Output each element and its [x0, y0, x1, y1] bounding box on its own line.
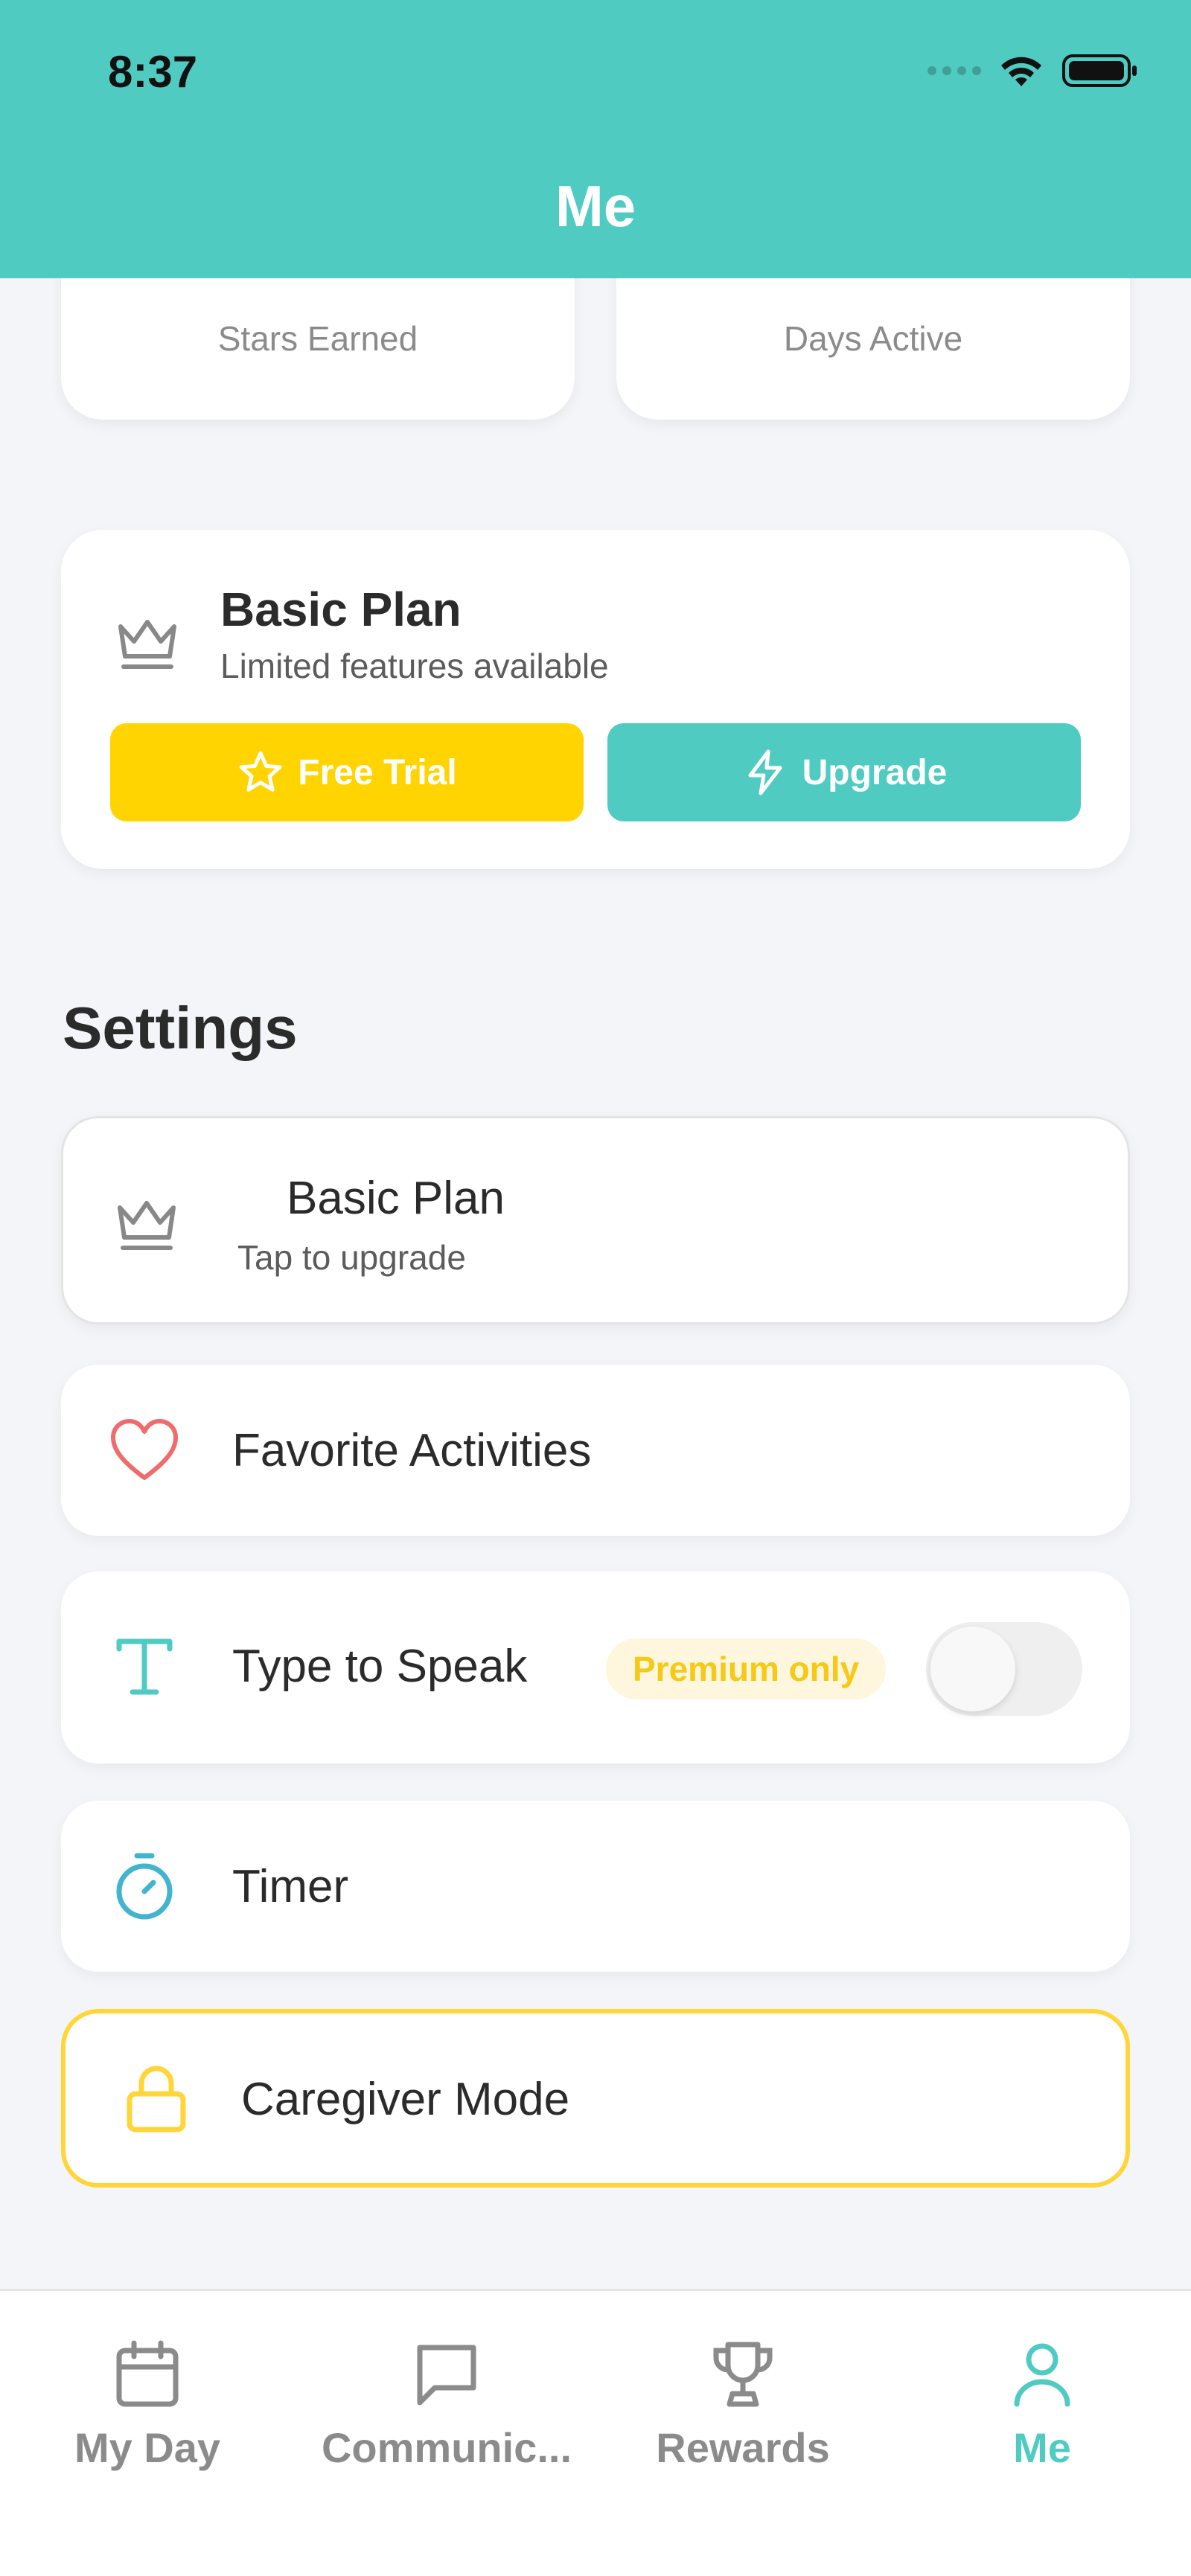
tab-me-label: Me — [1013, 2424, 1071, 2471]
upgrade-label: Upgrade — [802, 752, 948, 792]
type-to-speak-row: Type to Speak Premium only — [61, 1571, 1130, 1763]
trophy-icon — [713, 2342, 773, 2407]
wifi-icon — [1001, 57, 1041, 86]
favorite-activities-row[interactable]: Favorite Activities — [61, 1365, 1130, 1536]
timer-label: Timer — [232, 1861, 349, 1912]
favorite-activities-label: Favorite Activities — [232, 1425, 592, 1476]
tab-my-day-label: My Day — [74, 2424, 221, 2471]
status-time: 8:37 — [108, 47, 198, 97]
tab-my-day[interactable]: My Day — [13, 2339, 281, 2472]
star-icon — [239, 751, 282, 792]
upgrade-button[interactable]: Upgrade — [607, 723, 1081, 821]
timer-row[interactable]: Timer — [61, 1801, 1130, 1972]
nav-header: 8:37 Me — [0, 0, 1191, 278]
tab-rewards[interactable]: Rewards — [609, 2339, 877, 2472]
crown-icon — [118, 620, 176, 669]
battery-icon — [1062, 54, 1137, 87]
heart-icon — [111, 1419, 178, 1480]
settings-plan-row[interactable]: Basic Plan Tap to upgrade — [61, 1116, 1130, 1324]
tab-communication[interactable]: Communic... — [313, 2339, 581, 2472]
stars-earned-label: Stars Earned — [217, 319, 418, 358]
type-to-speak-label: Type to Speak — [232, 1641, 528, 1692]
chat-bubble-icon — [417, 2345, 476, 2406]
text-type-icon — [116, 1638, 173, 1695]
status-indicators — [927, 52, 1139, 89]
tab-bar: My Day Communic... Rewards Me — [0, 2289, 1191, 2576]
page-title: Me — [555, 173, 636, 239]
free-trial-label: Free Trial — [298, 752, 457, 792]
tab-communication-label: Communic... — [321, 2424, 572, 2471]
caregiver-mode-label: Caregiver Mode — [241, 2074, 570, 2125]
plan-card: Basic Plan Limited features available Fr… — [61, 530, 1130, 869]
settings-plan-sub: Tap to upgrade — [237, 1238, 466, 1277]
type-to-speak-toggle[interactable] — [926, 1622, 1082, 1716]
lock-icon — [127, 2066, 186, 2133]
lightning-icon — [748, 749, 782, 795]
plan-title: Basic Plan — [220, 583, 462, 636]
me-screen: Stars Earned Days Active 8:37 Me Basic P… — [0, 0, 1191, 2576]
premium-only-badge: Premium only — [606, 1638, 887, 1699]
tab-me[interactable]: Me — [908, 2339, 1176, 2472]
crown-icon — [118, 1201, 176, 1250]
tab-rewards-label: Rewards — [656, 2424, 830, 2471]
toggle-knob — [930, 1627, 1015, 1711]
cellular-signal-icon — [927, 66, 981, 75]
timer-icon — [116, 1853, 173, 1920]
days-active-label: Days Active — [783, 319, 963, 358]
settings-plan-label: Basic Plan — [287, 1173, 505, 1224]
calendar-icon — [116, 2340, 179, 2407]
plan-subtitle: Limited features available — [220, 647, 609, 685]
person-icon — [1014, 2343, 1070, 2407]
settings-title: Settings — [63, 995, 298, 1061]
caregiver-mode-row[interactable]: Caregiver Mode — [61, 2009, 1130, 2188]
free-trial-button[interactable]: Free Trial — [110, 723, 584, 821]
